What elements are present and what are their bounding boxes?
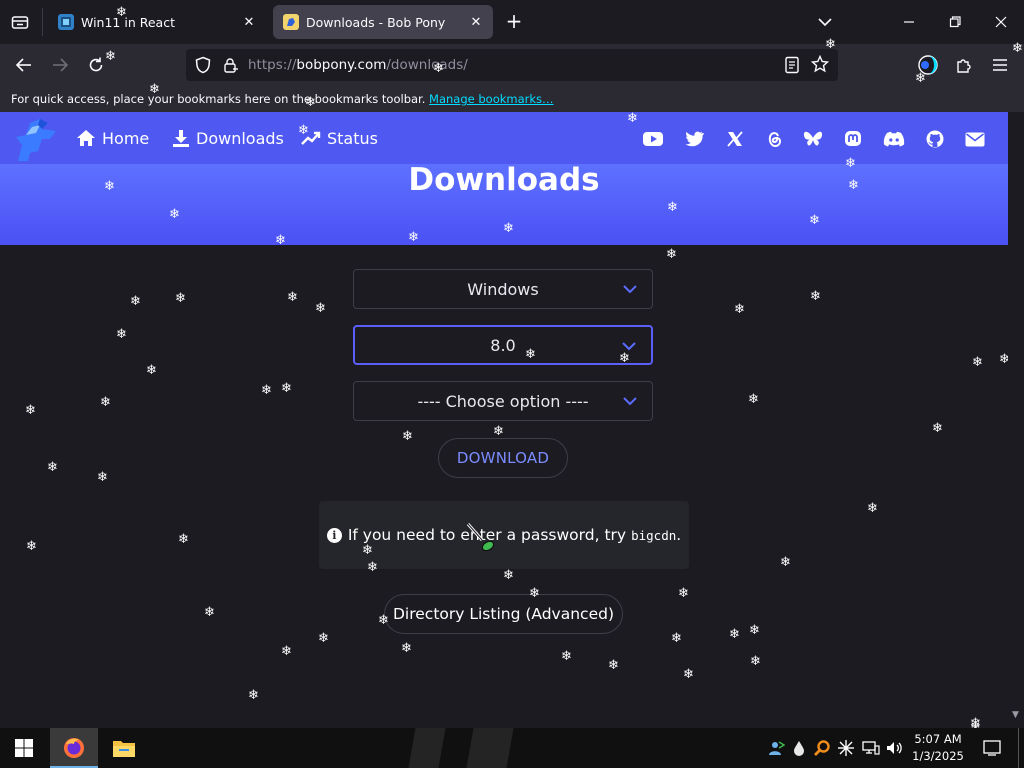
clock-time: 5:07 AM: [914, 732, 962, 746]
reader-view-icon[interactable]: [784, 56, 800, 78]
tab-win11[interactable]: Win11 in React ✕: [48, 5, 266, 39]
extensions-icon[interactable]: [950, 52, 978, 78]
page-scrollbar[interactable]: ▼: [1008, 112, 1024, 728]
info-period: .: [676, 526, 682, 544]
nav-label: Status: [327, 128, 378, 148]
chevron-down-icon[interactable]: [814, 12, 836, 32]
close-window-icon[interactable]: [978, 0, 1024, 44]
navigation-bar: https://bobpony.com/downloads/: [0, 44, 1024, 86]
nav-home[interactable]: Home: [76, 126, 149, 150]
github-icon[interactable]: [924, 128, 946, 150]
chevron-down-icon: [623, 285, 637, 294]
chevron-down-icon: [623, 397, 637, 406]
tab-separator: [42, 8, 43, 36]
url-host: bobpony.com: [296, 57, 387, 73]
lock-icon[interactable]: [222, 57, 238, 77]
threads-icon[interactable]: [763, 128, 785, 150]
tray-drop-icon[interactable]: [790, 728, 808, 768]
url-text[interactable]: https://bobpony.com/downloads/: [248, 57, 468, 73]
notifications-icon[interactable]: [980, 728, 1004, 768]
select-value: Windows: [467, 279, 539, 299]
download-button[interactable]: DOWNLOAD: [438, 438, 568, 478]
password-info-box: i If you need to enter a password, try b…: [319, 501, 689, 569]
show-desktop-button[interactable]: [1018, 728, 1024, 768]
tab-title: Downloads - Bob Pony: [306, 14, 446, 30]
url-bar[interactable]: https://bobpony.com/downloads/: [186, 49, 838, 81]
nav-label: Home: [102, 128, 150, 148]
tray-search-icon[interactable]: [812, 728, 832, 768]
back-arrow-icon[interactable]: [10, 52, 38, 78]
tray-volume-icon[interactable]: [884, 728, 906, 768]
twitter-icon[interactable]: [683, 128, 705, 150]
tab-downloads[interactable]: Downloads - Bob Pony ✕: [273, 5, 493, 39]
bobpony-favicon-icon: [283, 14, 299, 30]
tab-strip: Win11 in React ✕ Downloads - Bob Pony ✕ …: [0, 0, 1024, 44]
minimize-icon[interactable]: [886, 0, 932, 44]
page-title: Downloads: [408, 162, 600, 198]
option-select[interactable]: ---- Choose option ----: [353, 381, 653, 421]
home-icon: [77, 130, 95, 146]
reload-icon[interactable]: [82, 52, 110, 78]
bookmark-star-icon[interactable]: [810, 54, 830, 77]
tray-network-icon[interactable]: [860, 728, 882, 768]
win11-favicon-icon: [58, 14, 74, 30]
new-tab-icon[interactable]: +: [502, 10, 526, 34]
chevron-down-icon: [622, 342, 636, 351]
menu-icon[interactable]: [986, 52, 1014, 78]
clock-date: 1/3/2025: [912, 749, 964, 763]
version-select[interactable]: 8.0: [353, 325, 653, 365]
tray-snowflake-icon[interactable]: [836, 728, 856, 768]
url-path: /downloads/: [386, 57, 468, 73]
folder-icon: [113, 741, 135, 757]
firefox-icon: [64, 738, 84, 758]
taskbar-firefox[interactable]: [50, 728, 98, 768]
scroll-down-icon[interactable]: ▼: [1012, 710, 1020, 720]
tab-title: Win11 in React: [81, 14, 175, 30]
windows-logo-icon: [15, 739, 33, 757]
nav-status[interactable]: Status: [301, 126, 378, 150]
x-icon[interactable]: [724, 128, 746, 150]
discord-icon[interactable]: [883, 128, 905, 150]
os-select[interactable]: Windows: [353, 269, 653, 309]
site-logo[interactable]: [12, 117, 64, 165]
site-navbar: Home Downloads Status: [0, 112, 1008, 164]
wallpaper-shape: [466, 728, 514, 768]
info-icon: i: [326, 527, 342, 543]
list-all-tabs-icon[interactable]: [8, 10, 32, 34]
close-tab-icon[interactable]: ✕: [465, 11, 487, 33]
restore-icon[interactable]: [932, 0, 978, 44]
download-icon: [173, 130, 189, 147]
taskbar: 5:07 AM 1/3/2025: [0, 728, 1024, 768]
email-icon[interactable]: [964, 128, 986, 150]
select-value: 8.0: [490, 335, 516, 355]
close-tab-icon[interactable]: ✕: [238, 11, 260, 33]
youtube-icon[interactable]: [642, 128, 664, 150]
screen: Win11 in React ✕ Downloads - Bob Pony ✕ …: [0, 0, 1024, 768]
select-value: ---- Choose option ----: [417, 391, 589, 411]
busy-cursor-icon: [466, 522, 502, 554]
shield-icon[interactable]: [194, 56, 212, 78]
bluesky-icon[interactable]: [802, 128, 824, 150]
account-icon[interactable]: [914, 52, 942, 78]
page-content: Home Downloads Status Downloads Windows …: [0, 112, 1008, 728]
url-scheme: https://: [248, 57, 297, 73]
forward-arrow-icon[interactable]: [46, 52, 74, 78]
bookmarks-toolbar: For quick access, place your bookmarks h…: [0, 86, 1024, 112]
wallpaper-shape: [408, 728, 446, 768]
start-button[interactable]: [0, 728, 48, 768]
manage-bookmarks-link[interactable]: Manage bookmarks…: [429, 92, 554, 106]
bookmarks-hint: For quick access, place your bookmarks h…: [11, 92, 426, 106]
nav-label: Downloads: [196, 128, 284, 148]
mastodon-icon[interactable]: [842, 128, 864, 150]
directory-listing-button[interactable]: Directory Listing (Advanced): [384, 594, 623, 634]
tray-network-user-icon[interactable]: [766, 728, 786, 768]
taskbar-clock[interactable]: 5:07 AM 1/3/2025: [905, 731, 971, 765]
trend-icon: [301, 131, 321, 145]
nav-downloads[interactable]: Downloads: [172, 126, 284, 150]
taskbar-file-explorer[interactable]: [100, 728, 148, 768]
info-code: bigcdn: [631, 527, 677, 543]
